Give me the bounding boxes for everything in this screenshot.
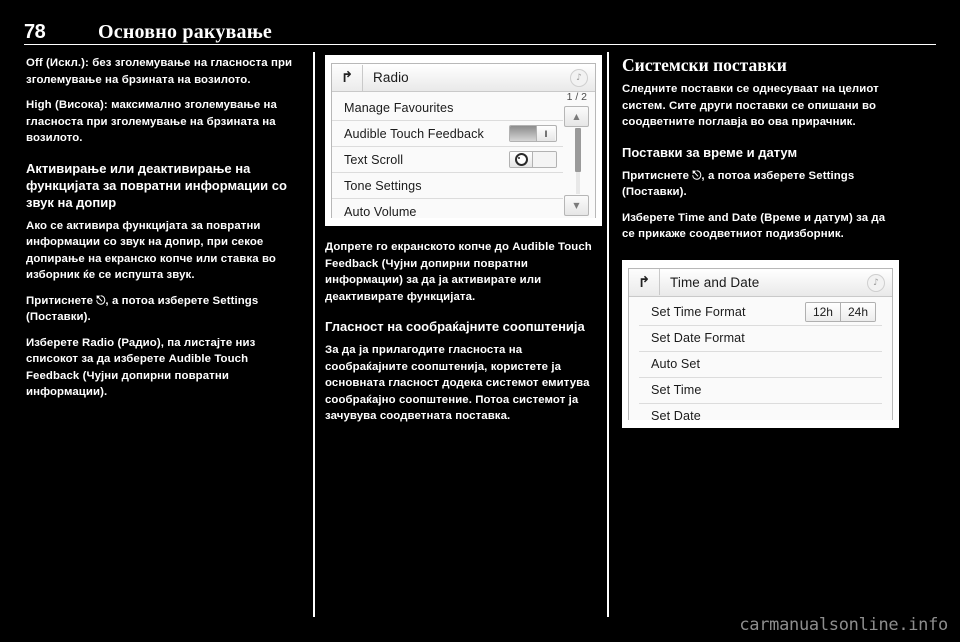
page-title: Основно ракување [98, 21, 272, 43]
radio-screen: ↱ Radio ♪ Manage Favourites Audible Touc… [331, 63, 596, 219]
list-item-label: Set Date [651, 409, 701, 423]
time-format-segmented-control[interactable]: 12h 24h [804, 302, 876, 322]
column-middle: ↱ Radio ♪ Manage Favourites Audible Touc… [325, 55, 602, 615]
paragraph: Изберете Time and Date (Време и датум) з… [622, 211, 886, 241]
time-date-screen-title: Time and Date [670, 274, 760, 290]
back-button[interactable]: ↱ [332, 64, 363, 91]
radio-screenshot: ↱ Radio ♪ Manage Favourites Audible Touc… [325, 55, 602, 226]
list-item[interactable]: Tone Settings [332, 173, 563, 199]
paragraph: Притиснете ⎋, а потоа изберете Settings … [26, 294, 259, 324]
scroll-down-arrow-icon[interactable]: ▼ [564, 195, 589, 216]
list-item-label: Auto Volume [344, 204, 417, 219]
time-format-24h-option[interactable]: 24h [839, 303, 875, 321]
subheading: Поставки за време и датум [622, 144, 798, 160]
radio-screen-body: Manage Favourites Audible Touch Feedback… [332, 91, 595, 219]
paragraph-lead: Off (Искл.): [26, 57, 89, 69]
column-right: Системски поставки Следните поставки се … [622, 55, 899, 615]
list-item[interactable]: Manage Favourites [332, 95, 563, 121]
page-indicator: 1 / 2 [566, 91, 587, 103]
time-date-screenshot: ↱ Time and Date ♪ Set Time Format 12h 24… [622, 259, 899, 428]
paragraph: За да ја прилагодите гласноста на сообра… [325, 344, 590, 422]
time-date-menu-list: Set Time Format 12h 24h Set Date Format [639, 297, 882, 429]
column-divider-1 [313, 52, 315, 617]
text-scroll-toggle[interactable] [509, 151, 557, 168]
page-header: 78 Основно ракување [24, 14, 936, 44]
list-item-label: Set Date Format [651, 331, 745, 345]
list-item-label: Text Scroll [344, 152, 404, 167]
paragraph: High (Висока): максимално зголемување на… [26, 97, 301, 147]
radio-screen-title: Radio [373, 70, 409, 85]
time-date-screen-titlebar: ↱ Time and Date ♪ [629, 268, 892, 297]
back-button[interactable]: ↱ [629, 269, 660, 295]
paragraph: Допрете го екранското копче до Audible T… [325, 241, 592, 303]
list-item-label: Audible Touch Feedback [344, 126, 484, 141]
list-item-label: Set Time [651, 383, 702, 397]
paragraph: Изберете Radio (Радио), па листајте низ … [26, 336, 256, 399]
subheading: Гласност на сообраќајните соопштенија [325, 319, 585, 334]
time-format-12h-option[interactable]: 12h [805, 303, 840, 321]
page-number: 78 [24, 21, 46, 43]
list-item-label: Manage Favourites [344, 100, 454, 115]
paragraph-lead: High (Висока): [26, 99, 108, 111]
list-item[interactable]: Set Date Format [639, 326, 882, 352]
subheading: Активирање или деактивирање на функцијат… [26, 160, 287, 210]
paragraph: Off (Искл.): без зголемување на гласност… [26, 55, 301, 88]
list-item[interactable]: Auto Set [639, 352, 882, 378]
power-dot-icon [514, 153, 528, 166]
time-date-screen-body: Set Time Format 12h 24h Set Date Format [629, 296, 892, 423]
scrollbar[interactable]: 1 / 2 ▲ ▼ [564, 91, 589, 218]
header-rule [24, 44, 936, 45]
list-item[interactable]: Auto Volume [332, 199, 563, 224]
music-note-icon[interactable]: ♪ [570, 69, 588, 87]
time-date-screen: ↱ Time and Date ♪ Set Time Format 12h 24… [628, 267, 893, 423]
back-arrow-icon: ↱ [637, 272, 651, 291]
column-left: Off (Искл.): без зголемување на гласност… [26, 55, 301, 615]
list-item[interactable]: Set Time Format 12h 24h [639, 300, 882, 326]
list-item-label: Tone Settings [344, 178, 422, 193]
list-item[interactable]: Text Scroll [332, 147, 563, 173]
column-divider-2 [607, 52, 609, 617]
back-arrow-icon: ↱ [340, 68, 354, 86]
paragraph: Следните поставки се однесуваат на целио… [622, 83, 879, 128]
audible-touch-feedback-toggle[interactable]: I [509, 125, 557, 142]
scroll-up-arrow-icon[interactable]: ▲ [564, 106, 589, 127]
manual-page: 78 Основно ракување Off (Искл.): без зго… [0, 0, 960, 642]
list-item[interactable]: Set Time [639, 378, 882, 404]
list-item-label: Auto Set [651, 357, 701, 371]
scrollbar-thumb[interactable] [575, 128, 581, 172]
music-note-icon[interactable]: ♪ [867, 273, 885, 292]
section-title: Системски поставки [622, 55, 787, 75]
watermark: carmanualsonline.info [739, 615, 948, 635]
radio-screen-titlebar: ↱ Radio ♪ [332, 64, 595, 92]
list-item-label: Set Time Format [651, 305, 746, 319]
list-item[interactable]: Audible Touch Feedback I [332, 121, 563, 147]
paragraph: Притиснете ⎋, а потоа изберете Settings … [622, 169, 855, 199]
list-item[interactable]: Set Date [639, 404, 882, 429]
radio-menu-list: Manage Favourites Audible Touch Feedback… [332, 92, 563, 224]
paragraph: Ако се активира функцијата за повратни и… [26, 219, 276, 282]
